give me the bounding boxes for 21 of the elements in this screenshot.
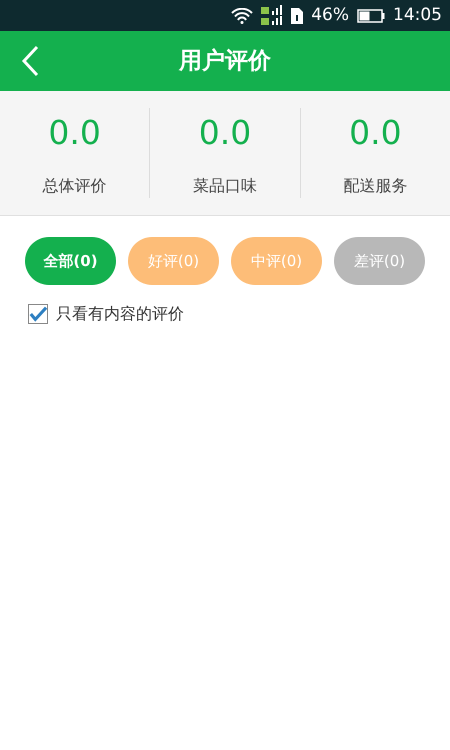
signal-icon	[261, 4, 284, 26]
clock-time: 14:05	[393, 4, 442, 27]
sim-card-icon	[291, 8, 304, 24]
checkbox-label: 只看有内容的评价	[56, 303, 184, 325]
filter-chip[interactable]: 中评(0)	[231, 237, 322, 285]
filter-chip[interactable]: 好评(0)	[128, 237, 219, 285]
filter-chip[interactable]: 全部(0)	[25, 237, 116, 285]
score-label: 配送服务	[343, 174, 408, 197]
filter-chip[interactable]: 差评(0)	[334, 237, 425, 285]
score-value: 0.0	[349, 112, 402, 154]
page-title: 用户评价	[179, 46, 271, 76]
score-value: 0.0	[48, 112, 101, 154]
check-icon	[29, 305, 47, 323]
back-icon	[21, 45, 39, 77]
battery-icon	[357, 8, 385, 22]
content-checkbox[interactable]	[28, 304, 48, 324]
score-label: 菜品口味	[192, 174, 257, 197]
battery-percent: 46%	[311, 4, 349, 27]
score-label: 总体评价	[42, 174, 107, 197]
wifi-icon	[231, 8, 254, 24]
score-value: 0.0	[198, 112, 252, 154]
